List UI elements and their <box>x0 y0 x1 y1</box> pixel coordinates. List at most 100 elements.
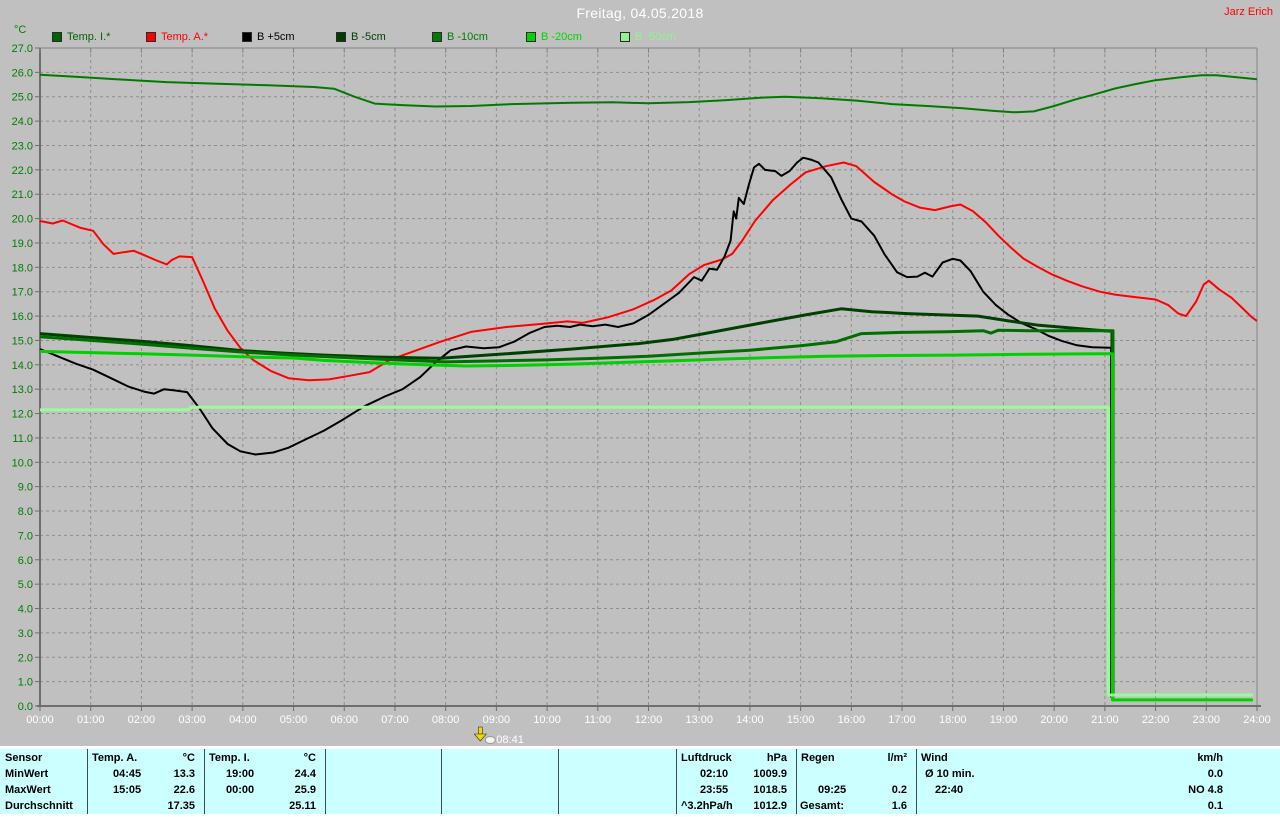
y-axis-unit-label: °C <box>14 24 27 36</box>
table-divider <box>325 749 326 814</box>
x-tick-label: 22:00 <box>1142 714 1170 726</box>
y-tick-label: 8.0 <box>18 506 33 518</box>
b_p5-line <box>39 156 1112 698</box>
y-tick-label: 21.0 <box>12 189 33 201</box>
table-cell: Durchschnitt <box>5 800 73 812</box>
chart-svg: 0.0 1.0 2.0 3.0 4.0 5.0 6.0 7.0 8.0 9.0 10.0 11.0 12… <box>12 43 1271 746</box>
marker-time-label: 08:41 <box>496 734 524 746</box>
legend-item-temp_i: Temp. I.* <box>52 31 110 43</box>
legend-label: B -50cm <box>635 31 676 43</box>
legend-swatch-icon <box>620 32 630 42</box>
b_m20-line <box>39 349 1253 702</box>
b_m50-line <box>40 405 1253 697</box>
marker-arrow-icon <box>473 733 487 742</box>
y-tick-label: 26.0 <box>12 67 33 79</box>
y-tick-label: 6.0 <box>18 555 33 567</box>
legend-item-b_p5: B +5cm <box>242 31 295 43</box>
table-cell: 1.6 <box>891 800 907 812</box>
x-tick-label: 05:00 <box>280 714 308 726</box>
table-cell: Sensor <box>5 752 43 764</box>
legend-swatch-icon <box>242 32 252 42</box>
table-cell: 0.1 <box>1207 800 1223 812</box>
b_m5-line <box>39 307 1114 698</box>
y-tick-label: 24.0 <box>12 116 33 128</box>
x-tick-label: 14:00 <box>736 714 764 726</box>
y-tick-label: 3.0 <box>18 628 33 640</box>
table-cell: l/m² <box>887 752 907 764</box>
y-tick-label: 13.0 <box>12 384 33 396</box>
table-cell: 1012.9 <box>753 800 787 812</box>
y-tick-label: 22.0 <box>12 165 33 177</box>
b_m10-line <box>39 328 1115 698</box>
marker-arrow-icon <box>478 726 483 735</box>
legend-label: B +5cm <box>257 31 295 43</box>
table-cell: 0.0 <box>1207 768 1223 780</box>
owner-name: Jarz Erich <box>1224 6 1273 18</box>
table-cell: 22.6 <box>173 784 195 796</box>
marker-cloud-icon <box>484 736 496 744</box>
legend-swatch-icon <box>526 32 536 42</box>
y-tick-label: 1.0 <box>18 677 33 689</box>
table-cell: 25.11 <box>289 800 316 812</box>
y-tick-label: 12.0 <box>12 409 33 421</box>
table-cell: MinWert <box>5 768 49 780</box>
x-tick-label: 04:00 <box>229 714 257 726</box>
legend-swatch-icon <box>146 32 156 42</box>
y-tick-label: 19.0 <box>12 238 33 250</box>
legend-label: B -20cm <box>541 31 582 43</box>
y-tick-label: 27.0 <box>12 43 33 55</box>
x-tick-label: 16:00 <box>838 714 866 726</box>
y-tick-label: 18.0 <box>12 262 33 274</box>
x-tick-label: 07:00 <box>381 714 409 726</box>
y-tick-label: 20.0 <box>12 214 33 226</box>
table-cell: 13.3 <box>173 768 195 780</box>
legend-label: B -5cm <box>351 31 386 43</box>
legend-item-b_m20: B -20cm <box>526 31 582 43</box>
y-tick-label: 2.0 <box>18 652 33 664</box>
y-tick-label: 15.0 <box>12 335 33 347</box>
app-window: 0.0 1.0 2.0 3.0 4.0 5.0 6.0 7.0 8.0 9.0 10.0 11.0 12… <box>0 0 1280 817</box>
x-tick-label: 03:00 <box>178 714 206 726</box>
legend-swatch-icon <box>336 32 346 42</box>
table-cell: 0.2 <box>891 784 907 796</box>
table-cell: MaxWert <box>5 784 51 796</box>
x-tick-label: 02:00 <box>128 714 156 726</box>
table-cell: NO 4.8 <box>1188 784 1223 796</box>
table-cell: 25.9 <box>294 784 316 796</box>
y-tick-label: 0.0 <box>18 701 33 713</box>
legend-item-b_m10: B -10cm <box>432 31 488 43</box>
y-tick-label: 4.0 <box>18 604 33 616</box>
y-tick-label: 25.0 <box>12 92 33 104</box>
y-tick-label: 5.0 <box>18 579 33 591</box>
table-divider <box>441 749 442 814</box>
x-tick-label: 08:00 <box>432 714 460 726</box>
y-tick-label: 7.0 <box>18 530 33 542</box>
y-tick-label: 16.0 <box>12 311 33 323</box>
x-tick-label: 01:00 <box>77 714 105 726</box>
x-tick-label: 13:00 <box>685 714 713 726</box>
stats-table: Sensor MinWert MaxWert Durchschnitt Temp. A.… <box>0 746 1280 817</box>
x-tick-label: 21:00 <box>1091 714 1119 726</box>
legend-item-b_m50: B -50cm <box>620 31 676 43</box>
table-cell: 17.35 <box>167 800 195 812</box>
table-cell: hPa <box>766 752 787 764</box>
y-tick-label: 23.0 <box>12 140 33 152</box>
x-tick-label: 24:00 <box>1243 714 1271 726</box>
y-tick-label: 17.0 <box>12 287 33 299</box>
x-tick-label: 00:00 <box>26 714 54 726</box>
x-tick-label: 23:00 <box>1193 714 1221 726</box>
x-tick-label: 11:00 <box>584 714 611 726</box>
table-cell: °C <box>182 752 195 764</box>
legend-swatch-icon <box>52 32 62 42</box>
table-cell: 24.4 <box>294 768 316 780</box>
y-tick-label: 9.0 <box>18 482 33 494</box>
x-tick-label: 18:00 <box>939 714 967 726</box>
y-tick-label: 10.0 <box>12 457 33 469</box>
table-cell: 1018.5 <box>753 784 787 796</box>
page-title: Freitag, 04.05.2018 <box>576 5 704 21</box>
table-cell: °C <box>303 752 316 764</box>
legend-label: Temp. A.* <box>161 31 209 43</box>
legend-label: B -10cm <box>447 31 488 43</box>
legend-swatch-icon <box>432 32 442 42</box>
x-tick-label: 17:00 <box>888 714 916 726</box>
